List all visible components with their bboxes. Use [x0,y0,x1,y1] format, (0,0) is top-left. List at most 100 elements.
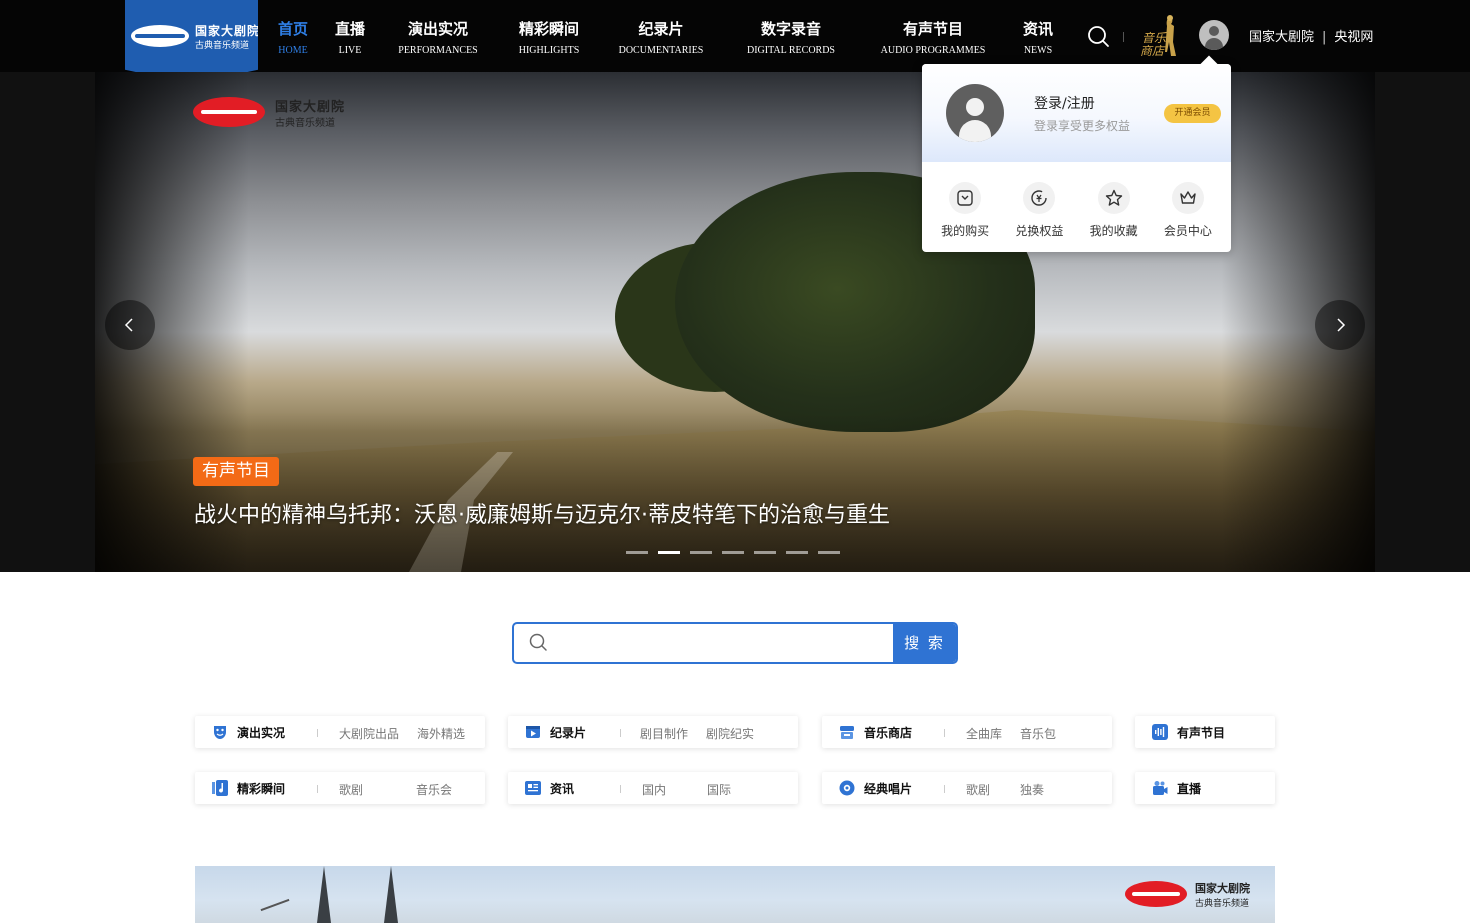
search-button[interactable]: 搜 索 [893,624,956,662]
category-sub-link[interactable]: 独奏 [1020,781,1044,798]
category-divider [620,785,621,793]
category-title[interactable]: 经典唱片 [864,780,912,797]
live-camera-icon [1153,781,1168,795]
category-divider [317,785,318,793]
category-sub-link[interactable]: 大剧院出品 [339,725,399,742]
category-badge[interactable]: 有声节目 [193,457,279,486]
nav-live[interactable]: 直播 LIVE [335,18,365,58]
category-card-performances: 演出实况 大剧院出品 海外精选 [195,716,485,748]
video-play-icon [526,726,540,738]
theater-mask-icon [214,726,226,739]
user-menu-items: 我的购买 兑换权益 我的收藏 会员中心 [922,182,1231,239]
header-links: 国家大剧院 | 央视网 [1249,26,1373,45]
link-separator: | [1322,30,1327,45]
hero-title[interactable]: 战火中的精神乌托邦：沃恩·威廉姆斯与迈克尔·蒂皮特笔下的治愈与重生 [194,497,890,529]
login-register-link[interactable]: 登录/注册 [1034,93,1095,113]
nav-label-en: HOME [278,45,308,56]
category-title[interactable]: 纪录片 [550,724,586,741]
menu-redeem-benefits[interactable]: 兑换权益 [1004,182,1074,239]
exchange-icon [1023,182,1056,214]
category-title[interactable]: 精彩瞬间 [237,780,285,797]
category-title[interactable]: 演出实况 [237,724,285,741]
carousel-dot[interactable] [754,551,776,554]
category-sub-link[interactable]: 音乐会 [416,781,452,798]
logo-emblem [131,25,189,47]
category-sub-link[interactable]: 海外精选 [417,725,465,742]
music-note-icon [212,780,228,796]
banner-spire [317,866,331,923]
carousel-dot-active[interactable] [658,551,680,554]
banner-logo-subtitle: 古典音乐频道 [1195,899,1250,909]
category-title[interactable]: 资讯 [550,780,574,797]
carousel-dot[interactable] [818,551,840,554]
carousel-prev-button[interactable] [105,300,155,350]
crown-icon [1171,182,1204,214]
nav-label: 数字录音 [760,20,821,38]
user-dropdown-header: 登录/注册 登录享受更多权益 开通会员 [922,64,1231,162]
category-title[interactable]: 有声节目 [1177,724,1225,741]
nav-label: 直播 [334,20,366,38]
menu-my-favorites[interactable]: 我的收藏 [1079,182,1149,239]
user-avatar-large[interactable] [946,84,1004,142]
nav-documentaries[interactable]: 纪录片 DOCUMENTARIES [619,18,704,58]
store-label-2: 商店 [1140,44,1166,58]
link-ncpa[interactable]: 国家大剧院 [1249,30,1314,45]
category-title[interactable]: 直播 [1177,780,1201,797]
category-card-live: 直播 [1135,772,1275,804]
link-cctv[interactable]: 央视网 [1334,30,1373,45]
menu-label: 会员中心 [1163,224,1212,238]
login-subtitle: 登录享受更多权益 [1034,119,1131,133]
category-sub-link[interactable]: 全曲库 [966,725,1002,742]
nav-performances[interactable]: 演出实况 PERFORMANCES [398,18,477,58]
nav-label-en: LIVE [338,45,362,56]
channel-logo-subtitle: 古典音乐频道 [275,118,335,129]
category-title[interactable]: 音乐商店 [864,724,912,741]
category-sub-link[interactable]: 歌剧 [339,781,363,798]
carousel-dot[interactable] [722,551,744,554]
category-sub-link[interactable]: 国内 [642,781,666,798]
nav-news[interactable]: 资讯 NEWS [1023,18,1053,58]
category-divider [620,729,621,737]
carousel-dot[interactable] [786,551,808,554]
feature-banner[interactable]: 国家大剧院 古典音乐频道 [195,866,1275,923]
nav-label: 精彩瞬间 [518,20,580,38]
carousel-dot[interactable] [626,551,648,554]
banner-logo-title: 国家大剧院 [1195,883,1250,895]
category-card-documentaries: 纪录片 剧目制作 剧院纪实 [508,716,798,748]
category-sub-link[interactable]: 剧院纪实 [706,725,754,742]
search-input[interactable] [558,624,888,662]
nav-audio-programmes[interactable]: 有声节目 AUDIO PROGRAMMES [881,18,986,58]
category-divider [944,729,945,737]
nav-label: 演出实况 [407,20,468,38]
menu-label: 我的购买 [941,224,990,238]
banner-spire [384,866,398,923]
category-card-news: 资讯 国内 国际 [508,772,798,804]
nav-highlights[interactable]: 精彩瞬间 HIGHLIGHTS [519,18,580,58]
nav-label: 资讯 [1022,20,1054,38]
nav-label: 有声节目 [902,20,963,38]
menu-my-purchases[interactable]: 我的购买 [930,182,1000,239]
search-icon[interactable] [1086,24,1110,48]
category-sub-link[interactable]: 歌剧 [966,781,990,798]
carousel-indicators [626,551,840,554]
category-sub-link[interactable]: 剧目制作 [640,725,688,742]
category-sub-link[interactable]: 国际 [707,781,731,798]
category-card-audio-programmes: 有声节目 [1135,716,1275,748]
open-vip-button[interactable]: 开通会员 [1164,104,1221,123]
carousel-next-button[interactable] [1315,300,1365,350]
channel-logo: 国家大剧院 古典音乐频道 [193,94,353,130]
menu-member-center[interactable]: 会员中心 [1153,182,1223,239]
news-icon [525,781,541,795]
nav-label-en: HIGHLIGHTS [518,45,580,56]
carousel-dot[interactable] [690,551,712,554]
top-navigation-bar: 国家大剧院 古典音乐频道 首页 HOME 直播 LIVE 演出实况 PERFOR… [0,0,1470,84]
category-sub-link[interactable]: 音乐包 [1020,725,1056,742]
nav-digital-records[interactable]: 数字录音 DIGITAL RECORDS [747,18,835,58]
channel-logo-emblem [193,97,265,127]
music-store-logo[interactable]: 音乐 商店 [1140,12,1188,60]
nav-home[interactable]: 首页 HOME [278,18,308,58]
user-avatar[interactable] [1199,20,1229,50]
logo-title: 国家大剧院 [195,24,261,38]
nav-label-en: PERFORMANCES [398,45,478,56]
channel-logo-title: 国家大剧院 [275,99,346,114]
